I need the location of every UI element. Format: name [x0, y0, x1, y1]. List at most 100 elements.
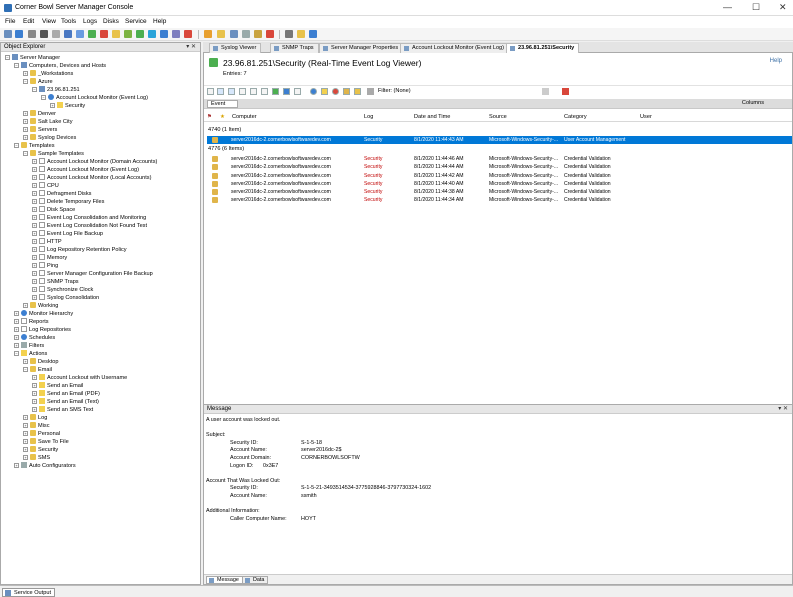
tab-account-lockout-monitor[interactable]: Account Lockout Monitor (Event Log) [400, 43, 510, 53]
column-computer[interactable]: Computer [232, 114, 257, 120]
tree-item[interactable]: + Security [23, 446, 58, 454]
tree-item[interactable]: + Memory [32, 254, 67, 262]
group-icon[interactable] [207, 88, 214, 95]
tab-security-log[interactable]: 23.96.81.251\Security [506, 43, 580, 53]
table-row[interactable]: server2016dc-2.cornerbowlsoftwaredev.com… [207, 180, 792, 188]
filter-selector[interactable]: Filter: (None) [378, 88, 411, 94]
menu-view[interactable]: View [42, 18, 56, 25]
table-row[interactable]: server2016dc-2.cornerbowlsoftwaredev.com… [207, 163, 792, 171]
expand-icon[interactable]: + [32, 391, 37, 396]
tree-item[interactable]: + Servers [23, 126, 57, 134]
grid-icon[interactable] [28, 30, 36, 38]
help-link[interactable]: Help [770, 58, 782, 64]
tree-item[interactable]: − Sample Templates [23, 150, 84, 158]
tree-item[interactable]: + Send an SMS Text [32, 406, 93, 414]
error-icon[interactable] [332, 88, 339, 95]
tree-item[interactable]: − Azure [23, 78, 53, 86]
expand-icon[interactable]: + [32, 175, 37, 180]
tree-item[interactable]: − Server Manager [5, 54, 60, 62]
tree-item[interactable]: + Send an Email (Text) [32, 398, 99, 406]
table-row[interactable]: server2016dc-2.cornerbowlsoftwaredev.com… [207, 196, 792, 204]
tree-item[interactable]: + Send an Email [32, 382, 83, 390]
tree-item[interactable]: + Send an Email (PDF) [32, 390, 100, 398]
find-icon[interactable] [239, 88, 246, 95]
filter-icon[interactable] [112, 30, 120, 38]
tree-item[interactable]: + Security [50, 102, 85, 110]
collapse-icon[interactable]: − [23, 367, 28, 372]
collapse-icon[interactable]: − [14, 143, 19, 148]
table-row[interactable]: server2016dc-2.cornerbowlsoftwaredev.com… [207, 172, 792, 180]
audit-success-icon[interactable] [354, 88, 361, 95]
cut-icon[interactable] [230, 30, 238, 38]
filter-funnel-icon[interactable] [367, 88, 374, 95]
expand-icon[interactable]: + [14, 319, 19, 324]
tree-item[interactable]: + Delete Temporary Files [32, 198, 104, 206]
schedule-icon[interactable] [124, 30, 132, 38]
expand-icon[interactable]: + [23, 423, 28, 428]
expand-icon[interactable]: + [32, 263, 37, 268]
expand-icon[interactable]: + [32, 223, 37, 228]
column-category[interactable]: Category [564, 114, 587, 120]
tree-item[interactable]: + Ping [32, 262, 58, 270]
expand-icon[interactable]: + [32, 231, 37, 236]
expand-icon[interactable]: + [32, 183, 37, 188]
star-column-icon[interactable]: ★ [220, 114, 225, 120]
menu-service[interactable]: Service [125, 18, 147, 25]
expand-icon[interactable]: + [32, 279, 37, 284]
columns-button[interactable]: Columns [742, 100, 764, 106]
tree-item[interactable]: + Auto Configurators [14, 462, 76, 470]
expand-icon[interactable]: + [32, 407, 37, 412]
expand-icon[interactable]: + [23, 303, 28, 308]
expand-icon[interactable]: + [32, 247, 37, 252]
play-icon[interactable] [272, 88, 279, 95]
email-icon[interactable] [160, 30, 168, 38]
list-icon[interactable] [52, 30, 60, 38]
expand-icon[interactable]: + [32, 383, 37, 388]
menu-disks[interactable]: Disks [103, 18, 119, 25]
tree-item[interactable]: + Log Repositories [14, 326, 71, 334]
computer-icon[interactable] [15, 30, 23, 38]
tree-item[interactable]: + Working [23, 302, 58, 310]
sort-icon[interactable] [250, 88, 257, 95]
tree-item[interactable]: − Templates [14, 142, 55, 150]
warning-icon[interactable] [321, 88, 328, 95]
tree-item[interactable]: + Monitor Hierarchy [14, 310, 73, 318]
expand-icon[interactable]: + [32, 167, 37, 172]
folder-icon[interactable] [217, 30, 225, 38]
panel-controls-icon[interactable]: ▾ ✕ [186, 43, 196, 50]
column-date-time[interactable]: Date and Time [414, 114, 450, 120]
tree-item[interactable]: + Desktop [23, 358, 59, 366]
expand-icon[interactable]: + [32, 207, 37, 212]
tree-item[interactable]: + Event Log File Backup [32, 230, 103, 238]
table-row[interactable]: server2016dc-2.cornerbowlsoftwaredev.com… [207, 188, 792, 196]
expand-icon[interactable]: + [32, 199, 37, 204]
expand-icon[interactable]: + [23, 431, 28, 436]
tree-item[interactable]: + Misc [23, 422, 50, 430]
service-output-button[interactable]: Service Output [2, 588, 55, 597]
menu-help[interactable]: Help [153, 18, 166, 25]
expand-icon[interactable]: + [23, 359, 28, 364]
expand-icon[interactable]: + [14, 463, 19, 468]
expand-icon[interactable]: + [14, 343, 19, 348]
report-icon[interactable] [76, 30, 84, 38]
tree-item[interactable]: + Salt Lake City [23, 118, 73, 126]
connect-icon[interactable] [4, 30, 12, 38]
clear-icon[interactable] [294, 88, 301, 95]
sync-icon[interactable] [148, 30, 156, 38]
tree-item[interactable]: + Denver [23, 110, 56, 118]
collapse-icon[interactable]: − [23, 79, 28, 84]
tree-item[interactable]: + Account Lockout Monitor (Domain Account… [32, 158, 157, 166]
tree-item[interactable]: + Log [23, 414, 47, 422]
collapse-icon[interactable]: − [23, 151, 28, 156]
minimize-button[interactable]: — [723, 2, 732, 12]
tree-item[interactable]: + Schedules [14, 334, 55, 342]
collapse-icon[interactable]: − [41, 95, 46, 100]
tree-item[interactable]: + Syslog Devices [23, 134, 76, 142]
collapse-icon[interactable]: − [14, 63, 19, 68]
export-icon[interactable] [261, 88, 268, 95]
expand-icon[interactable]: + [14, 327, 19, 332]
tree-item[interactable]: + Reports [14, 318, 49, 326]
menu-tools[interactable]: Tools [61, 18, 76, 25]
tree-item[interactable]: + Account Lockout with Username [32, 374, 127, 382]
expand-icon[interactable]: + [14, 335, 19, 340]
